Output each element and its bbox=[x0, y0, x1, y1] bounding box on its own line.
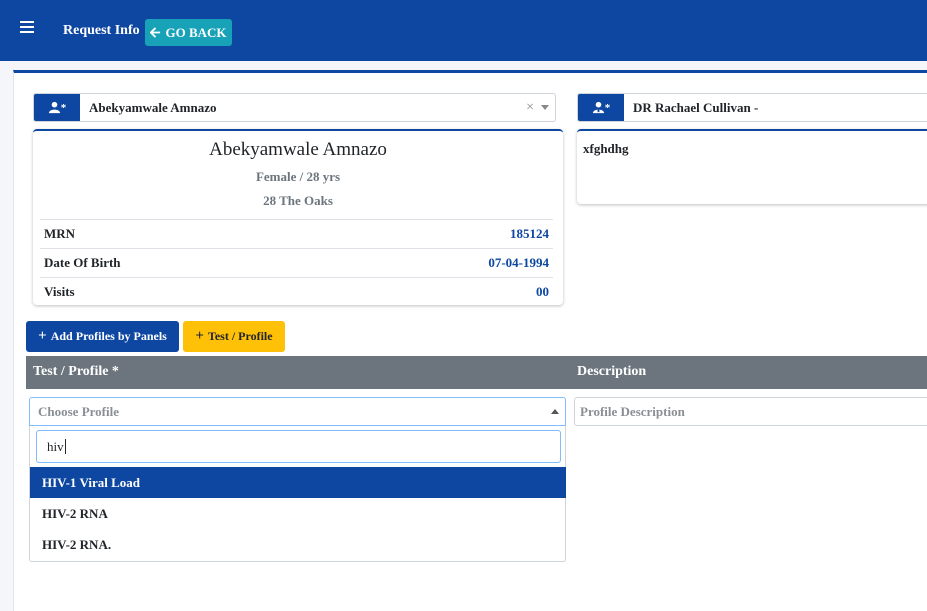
dob-label: Date Of Birth bbox=[44, 255, 121, 270]
mrn-label: MRN bbox=[44, 226, 76, 241]
mrn-row: MRN 185124 bbox=[40, 219, 553, 248]
table-header: Test / Profile * Description bbox=[26, 356, 927, 389]
required-mark: * bbox=[60, 101, 67, 114]
dob-value: 07-04-1994 bbox=[488, 255, 549, 270]
column-header-description: Description bbox=[577, 364, 647, 379]
plus-icon: + bbox=[38, 328, 47, 344]
patient-card: Abekyamwale Amnazo Female / 28 yrs 28 Th… bbox=[33, 129, 563, 305]
dropdown-option[interactable]: HIV-2 RNA. bbox=[30, 529, 566, 560]
go-back-button[interactable]: GO BACK bbox=[145, 19, 232, 46]
dob-row: Date Of Birth 07-04-1994 bbox=[40, 248, 553, 277]
test-profile-button[interactable]: + Test / Profile bbox=[183, 321, 285, 352]
chevron-down-icon[interactable] bbox=[541, 105, 549, 110]
profile-dropdown: hiv HIV-1 Viral Load HIV-2 RNA HIV-2 RNA… bbox=[29, 426, 566, 562]
profile-select-placeholder: Choose Profile bbox=[38, 403, 119, 419]
arrow-left-icon bbox=[150, 27, 161, 38]
plus-icon: + bbox=[195, 328, 204, 344]
visits-row: Visits 00 bbox=[40, 277, 553, 306]
test-profile-label: Test / Profile bbox=[207, 329, 273, 343]
doctor-note: xfghdhg bbox=[583, 141, 629, 156]
profile-description-input[interactable]: Profile Description bbox=[574, 397, 927, 426]
patient-address: 28 The Oaks bbox=[263, 193, 333, 208]
doctor-card: xfghdhg bbox=[577, 129, 927, 204]
column-header-test-profile: Test / Profile * bbox=[33, 364, 119, 379]
profile-search-input[interactable]: hiv bbox=[36, 430, 561, 463]
add-profiles-by-panels-button[interactable]: + Add Profiles by Panels bbox=[26, 321, 179, 352]
required-mark: * bbox=[604, 101, 611, 114]
mrn-value: 185124 bbox=[510, 226, 549, 241]
patient-select-value: Abekyamwale Amnazo bbox=[89, 99, 217, 115]
doctor-select-value: DR Rachael Cullivan - bbox=[633, 99, 759, 115]
text-cursor bbox=[64, 439, 66, 454]
patient-select[interactable]: * Abekyamwale Amnazo × bbox=[33, 93, 556, 122]
menu-icon[interactable] bbox=[20, 21, 34, 35]
visits-label: Visits bbox=[44, 284, 75, 299]
doctor-icon: * bbox=[578, 94, 624, 121]
add-profiles-label: Add Profiles by Panels bbox=[50, 329, 167, 343]
go-back-label: GO BACK bbox=[165, 24, 227, 40]
profile-description-placeholder: Profile Description bbox=[580, 403, 685, 419]
dropdown-option[interactable]: HIV-2 RNA bbox=[30, 498, 566, 529]
doctor-select[interactable]: * DR Rachael Cullivan - bbox=[577, 93, 927, 122]
chevron-up-icon[interactable] bbox=[551, 409, 559, 414]
dropdown-option[interactable]: HIV-1 Viral Load bbox=[30, 467, 566, 498]
profile-select[interactable]: Choose Profile bbox=[29, 397, 566, 426]
patient-gender-age: Female / 28 yrs bbox=[255, 169, 341, 184]
patient-name: Abekyamwale Amnazo bbox=[209, 139, 387, 160]
top-navbar: Request Info GO BACK bbox=[0, 0, 927, 61]
profile-search-value: hiv bbox=[47, 438, 64, 454]
page-title: Request Info bbox=[63, 23, 140, 38]
visits-value: 00 bbox=[536, 284, 549, 299]
patient-icon: * bbox=[34, 94, 80, 121]
clear-icon[interactable]: × bbox=[526, 100, 534, 116]
